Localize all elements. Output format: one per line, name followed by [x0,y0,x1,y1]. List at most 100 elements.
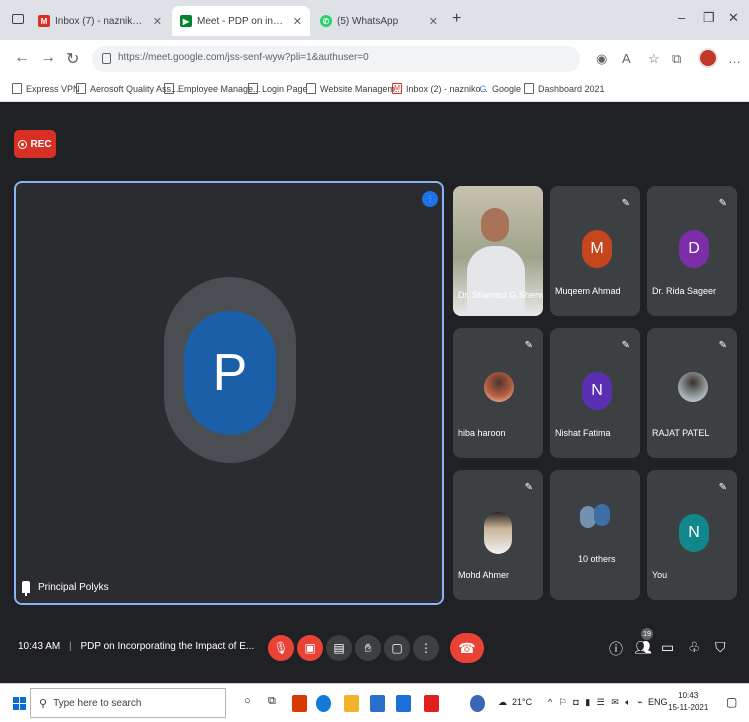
bookmark-dashboard[interactable]: Dashboard 2021 [524,83,605,94]
activities-icon[interactable]: ♧ [688,639,701,656]
bookmark-login[interactable]: Login Page [248,83,308,94]
bookmarks-bar: Express VPN Aerosoft Quality Ass... Empl… [0,78,749,102]
bookmark-label: Dashboard 2021 [538,83,605,94]
mail-app-icon[interactable] [396,695,411,712]
whatsapp-icon: ✆ [320,15,332,27]
clock-date: 15-11-2021 [668,703,709,712]
restore-icon[interactable]: ❐ [703,10,715,26]
system-tray-icons[interactable]: ^ ⚐ ◘ ▮ ☰ ✉ 🔈︎ ⌁ [548,697,645,708]
close-tab-icon[interactable]: ✕ [153,15,162,28]
minimize-icon[interactable]: – [678,10,685,25]
meet-stage: REC P ⫶ Principal Polyks Dr. Shamsul G S… [0,103,749,673]
participant-tile[interactable]: ✎ D Dr. Rida Sageer [647,186,737,316]
new-tab-icon[interactable]: + [452,10,461,28]
participant-tile[interactable]: ✎ N Nishat Fatima [550,328,640,458]
temperature-text: 21°C [512,697,533,707]
participant-tile[interactable]: Dr. Shamsul G Sherw... [453,186,543,316]
mic-off-icon: ✎ [621,198,630,209]
close-window-icon[interactable]: ✕ [728,10,739,26]
bookmark-website[interactable]: Website Managem... [306,83,402,94]
participant-tile-self[interactable]: ✎ N You [647,470,737,600]
profile-avatar[interactable] [698,48,718,68]
hang-up-icon: ☎︎ [458,639,476,656]
raise-hand-button[interactable]: ✋︎ [355,635,381,661]
weather-icon[interactable]: ☁︎ [498,697,507,708]
bookmark-label: Inbox (2) - nazniko... [406,83,489,94]
page-icon [306,83,316,94]
page-icon [524,83,534,94]
people-icon[interactable]: 👥︎ [634,639,652,656]
address-bar[interactable]: https://meet.google.com/jss-senf-wyw?pli… [92,46,580,72]
favorites-star-icon[interactable]: ☆ [648,51,660,67]
system-clock[interactable]: 10:43 15-11-2021 [668,690,708,714]
forward-icon[interactable]: → [40,49,56,67]
meet-icon: ▶ [180,15,192,27]
participant-tile[interactable]: ✎ hiba haroon [453,328,543,458]
present-button[interactable]: ▢ [384,635,410,661]
clock-time: 10:43 [678,691,699,700]
language-indicator[interactable]: ENG [648,697,668,707]
browser-tab-bar: M Inbox (7) - nazniko@ikhaca - ✕ ▶ Meet … [0,0,749,40]
cortana-icon[interactable]: ○ [244,695,251,707]
tab-meet[interactable]: ▶ Meet - PDP on incorporati ✕ [172,6,310,36]
windows-start-icon[interactable] [13,697,26,710]
tab-actions-icon[interactable] [12,14,24,24]
settings-app-icon[interactable] [470,695,485,712]
participant-tile[interactable]: 10 others [550,470,640,600]
participant-name: hiba haroon [458,428,506,438]
participant-photo [678,372,708,402]
camera-permission-icon[interactable]: ◉ [596,51,607,67]
bookmark-google[interactable]: G Google [478,83,521,94]
meeting-details-icon[interactable]: ⓘ [609,639,623,659]
tab-gmail[interactable]: M Inbox (7) - nazniko@ikhaca - ✕ [30,6,170,36]
avatar: D [679,230,709,268]
people-count-badge: 19 [641,628,653,640]
store-app-icon[interactable] [370,695,385,712]
participant-photo [484,512,512,554]
search-placeholder: Type here to search [53,697,142,709]
reload-icon[interactable]: ↻ [66,49,79,69]
meeting-time: 10:43 AM [18,641,61,652]
close-tab-icon[interactable]: ✕ [429,15,438,28]
participant-video-body [467,246,525,316]
back-icon[interactable]: ← [14,49,30,67]
more-options-button[interactable]: ⋮ [413,635,439,661]
read-aloud-icon[interactable]: A [622,51,631,66]
taskbar-search-input[interactable]: ⚲ Type here to search [30,688,226,718]
notifications-icon[interactable]: ▢ [726,695,737,709]
tab-title: Inbox (7) - nazniko@ikhaca - [55,15,147,27]
office-app-icon[interactable] [292,695,307,712]
mic-toggle-button[interactable]: 🎙︎ [268,635,294,661]
page-icon [76,83,86,94]
more-menu-icon[interactable]: … [728,51,741,66]
browser-toolbar: ← → ↻ https://meet.google.com/jss-senf-w… [0,40,749,78]
participant-tile[interactable]: ✎ M Muqeem Ahmad [550,186,640,316]
host-controls-icon[interactable]: ⛉ [715,639,726,656]
page-icon [12,83,22,94]
url-text: https://meet.google.com/jss-senf-wyw?pli… [118,52,369,63]
participant-tile[interactable]: ✎ RAJAT PATEL [647,328,737,458]
main-speaker-tile[interactable]: P ⫶ Principal Polyks [14,181,444,605]
collections-icon[interactable]: ⧉ [672,51,681,67]
bookmark-inbox[interactable]: M Inbox (2) - nazniko... [392,83,488,94]
close-tab-icon[interactable]: ✕ [293,15,302,28]
edge-app-icon[interactable] [316,695,331,712]
mic-off-icon: ✎ [524,482,533,493]
camera-toggle-button[interactable]: ▣ [297,635,323,661]
captions-button[interactable]: ▤ [326,635,352,661]
gmail-icon: M [38,15,50,27]
lock-icon[interactable] [102,53,111,64]
task-view-icon[interactable]: ⧉ [268,695,276,708]
file-explorer-icon[interactable] [344,695,359,712]
bookmark-employee[interactable]: Employee Manage... [164,83,261,94]
bookmark-express-vpn[interactable]: Express VPN [12,83,80,94]
chat-icon[interactable]: ▭ [661,639,674,656]
end-call-button[interactable]: ☎︎ [450,633,484,663]
participant-photo [594,504,610,526]
participant-tile[interactable]: ✎ Mohd Ahmer [453,470,543,600]
recording-indicator[interactable]: REC [14,130,56,158]
meet-controls-bar: 10:43 AM | PDP on Incorporating the Impa… [0,627,749,673]
acrobat-app-icon[interactable] [424,695,439,712]
tab-whatsapp[interactable]: ✆ (5) WhatsApp ✕ [312,6,446,36]
bookmark-label: Login Page [262,83,308,94]
